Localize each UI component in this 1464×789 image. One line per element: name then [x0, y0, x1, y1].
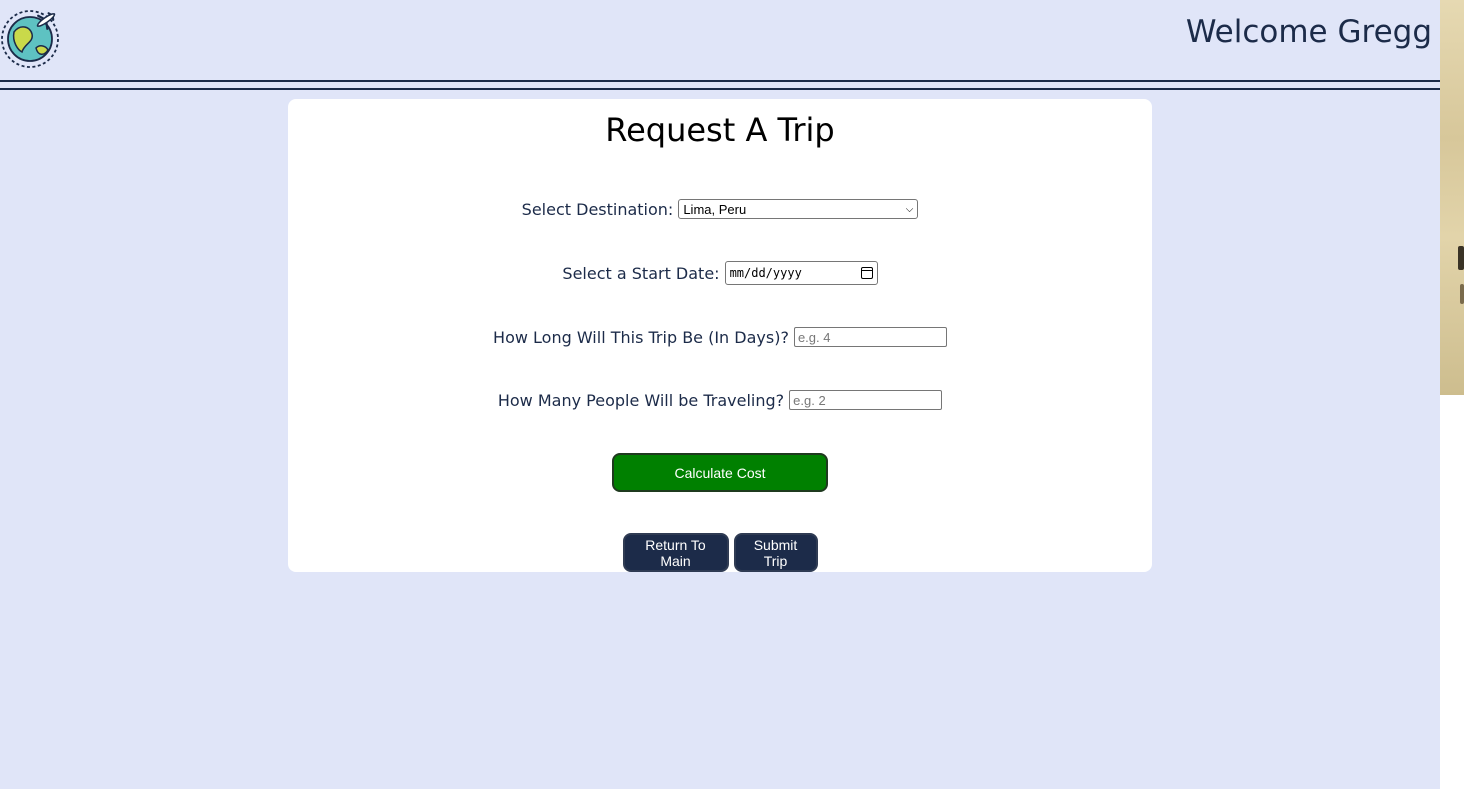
page-title: Request A Trip — [605, 111, 835, 149]
background-photo-edge — [1440, 0, 1464, 395]
top-header: Welcome Gregg — [0, 0, 1440, 82]
start-date-row: Select a Start Date: mm/dd/yyyy — [288, 261, 1152, 285]
welcome-heading: Welcome Gregg — [1185, 14, 1432, 50]
start-date-label: Select a Start Date: — [562, 263, 720, 283]
photo-detail — [1460, 284, 1464, 304]
page-edge — [1440, 395, 1464, 789]
duration-input[interactable] — [793, 327, 947, 347]
action-buttons: Return To Main Submit Trip — [288, 533, 1152, 572]
request-trip-card: Request A Trip Select Destination: Lima,… — [288, 99, 1152, 572]
header-divider — [0, 88, 1440, 90]
return-to-main-button[interactable]: Return To Main — [622, 533, 729, 572]
start-date-value: mm/dd/yyyy — [729, 266, 802, 280]
travelers-row: How Many People Will be Traveling? — [288, 390, 1152, 410]
start-date-input[interactable]: mm/dd/yyyy — [724, 261, 878, 285]
calendar-icon[interactable] — [860, 267, 873, 279]
travelers-label: How Many People Will be Traveling? — [497, 390, 785, 410]
photo-detail — [1458, 246, 1464, 270]
destination-label: Select Destination: — [521, 199, 674, 219]
globe-plane-icon[interactable] — [0, 4, 64, 68]
destination-row: Select Destination: Lima, Peru ⌵ — [288, 199, 1152, 219]
duration-label: How Long Will This Trip Be (In Days)? — [493, 327, 789, 347]
destination-select[interactable]: Lima, Peru ⌵ — [678, 199, 919, 219]
chevron-down-icon: ⌵ — [905, 203, 914, 215]
destination-selected-value: Lima, Peru — [683, 201, 747, 217]
calculate-cost-button[interactable]: Calculate Cost — [612, 453, 828, 492]
travelers-input[interactable] — [789, 390, 943, 410]
duration-row: How Long Will This Trip Be (In Days)? — [288, 327, 1152, 347]
submit-trip-button[interactable]: Submit Trip — [733, 533, 818, 572]
